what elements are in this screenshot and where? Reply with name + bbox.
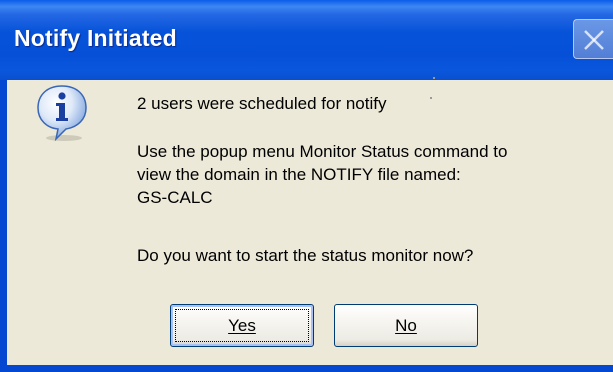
artifact-dot xyxy=(430,97,432,99)
message-question: Do you want to start the status monitor … xyxy=(137,246,474,265)
no-button[interactable]: No xyxy=(334,304,478,347)
title-bar[interactable]: Notify Initiated xyxy=(0,0,613,80)
yes-button-label: Yes xyxy=(228,315,256,335)
message-instruction-1: Use the popup menu Monitor Status comman… xyxy=(137,142,508,161)
close-icon xyxy=(584,30,604,50)
window-border-left xyxy=(0,80,7,372)
artifact-dot xyxy=(433,77,435,79)
message-file-name: GS-CALC xyxy=(137,188,213,207)
dialog-title: Notify Initiated xyxy=(14,25,177,51)
yes-button[interactable]: Yes xyxy=(170,304,314,347)
message-scheduled: 2 users were scheduled for notify xyxy=(137,94,387,113)
info-icon xyxy=(34,82,90,142)
close-button[interactable] xyxy=(573,19,613,59)
no-button-label: No xyxy=(395,315,417,335)
dialog-window: Notify Initiated 2 users were scheduled … xyxy=(0,0,613,372)
message-instruction-2: view the domain in the NOTIFY file named… xyxy=(137,165,461,184)
window-border-bottom xyxy=(0,365,613,372)
